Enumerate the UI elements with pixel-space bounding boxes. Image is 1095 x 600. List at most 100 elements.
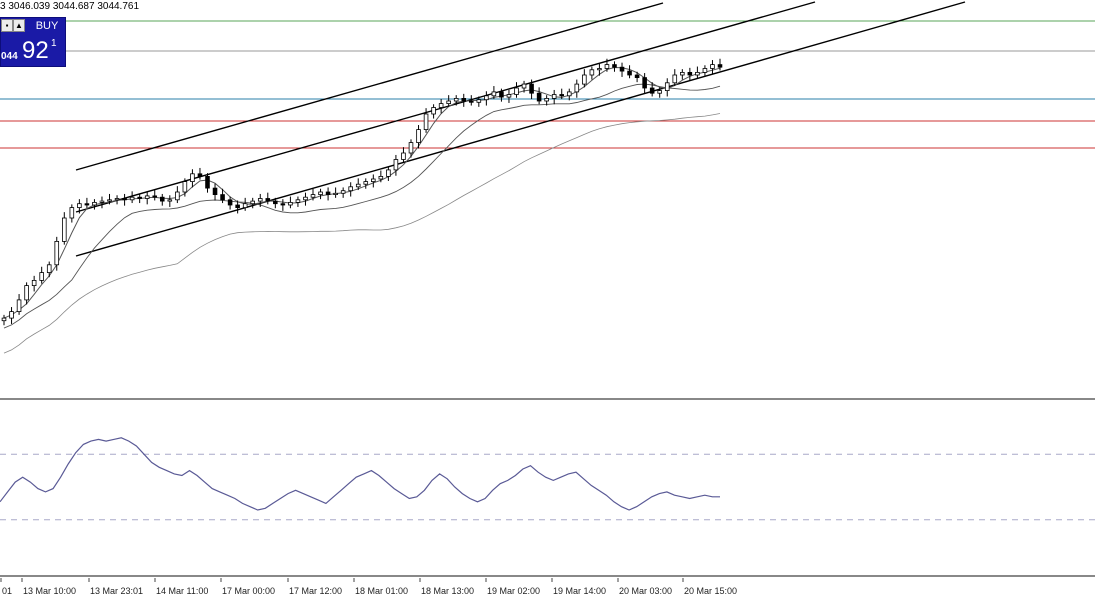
candle-body [386,169,391,177]
candle-body [235,204,240,208]
candle-body [250,200,255,205]
candle-body [122,198,127,201]
x-tick-label: 13 Mar 23:01 [90,586,143,596]
candle-body [664,82,670,92]
candle-body [438,103,444,108]
horizontal-levels [0,20,1095,149]
square-icon[interactable]: ▪ [1,19,13,32]
candle-body [24,285,29,301]
candle-body [288,201,293,206]
candle [159,193,165,206]
candle [431,104,436,119]
candle [664,78,670,97]
candle-body [574,83,580,93]
candle-body [559,94,565,97]
candle [9,307,14,324]
x-tick-label: 14 Mar 11:00 [156,586,208,596]
x-tick-label: 18 Mar 13:00 [421,586,474,596]
x-tick-label: 17 Mar 00:00 [222,586,275,596]
candle-body [582,74,587,85]
candle-body [431,107,436,115]
candle [197,167,203,180]
candle-body [84,203,90,206]
x-tick-label: 19 Mar 02:00 [487,586,540,596]
candle [363,178,369,189]
candle-body [378,175,384,180]
candle [175,186,180,204]
candle [710,60,715,75]
triangle-up-icon[interactable]: ▲ [13,19,25,32]
channel-line-2 [75,1,816,213]
candle-body [627,70,632,76]
candle [31,275,37,292]
candle-body [521,83,527,89]
price-chart[interactable]: 01 13 Mar 10:00 13 Mar 23:01 14 Mar 11:00 17… [0,0,1095,600]
candle-body [152,195,158,198]
rsi-line [0,437,720,511]
candle [242,197,248,211]
candle-body [695,72,700,76]
candle-body [280,203,286,206]
candle-body [453,98,459,102]
candle-body [205,175,210,189]
candle-body [680,72,685,76]
candle-body [566,91,572,97]
candle-body [265,198,271,202]
candle-body [62,217,67,242]
candle [288,196,293,209]
one-click-trade-panel[interactable]: ▪ ▲ BUY 044 92 1 [0,17,66,67]
candle [536,87,542,105]
candle [612,61,617,72]
candle-body [318,191,323,195]
x-tick-label: 20 Mar 15:00 [684,586,737,596]
candle [333,187,338,198]
candle-body [717,64,723,68]
candle-body [77,203,82,208]
candle-body [529,83,534,94]
candle-body [423,113,429,130]
candle [212,183,218,201]
candle-body [175,191,180,201]
candle-body [597,68,602,71]
candle [84,197,90,209]
candle-body [408,142,414,154]
buy-button[interactable]: BUY [28,18,66,34]
candle-body [371,178,376,182]
x-tick-label: 01 [2,586,12,596]
candle-body [242,203,248,208]
candle-body [92,201,97,206]
candle [129,191,135,204]
candle-body [9,311,14,319]
x-tick-label: 13 Mar 10:00 [23,586,76,596]
candle [687,67,693,81]
candle-body [634,74,640,78]
candle [484,91,489,106]
candle [551,89,557,105]
candle [371,174,376,188]
candle [680,69,685,80]
candle-body [107,199,112,202]
candle [227,196,233,210]
candle-body [589,69,595,76]
candle [619,62,625,77]
candle [348,182,353,197]
candle-body [416,129,421,144]
candle [250,197,255,209]
candle [642,73,647,94]
candle-body [340,190,346,194]
candle-body [310,194,316,198]
candle-body [446,100,451,104]
candle-body [544,98,549,102]
candle-body [273,200,278,205]
candle [54,236,60,271]
candle [514,82,519,98]
candle-body [476,99,482,103]
candle-body [129,196,135,201]
candle-body [468,100,474,103]
candle [325,187,331,201]
candle [303,192,308,206]
candle-body [642,77,647,89]
candle [461,93,467,107]
candle-body [649,87,655,94]
moving-average-fast [3,66,721,319]
